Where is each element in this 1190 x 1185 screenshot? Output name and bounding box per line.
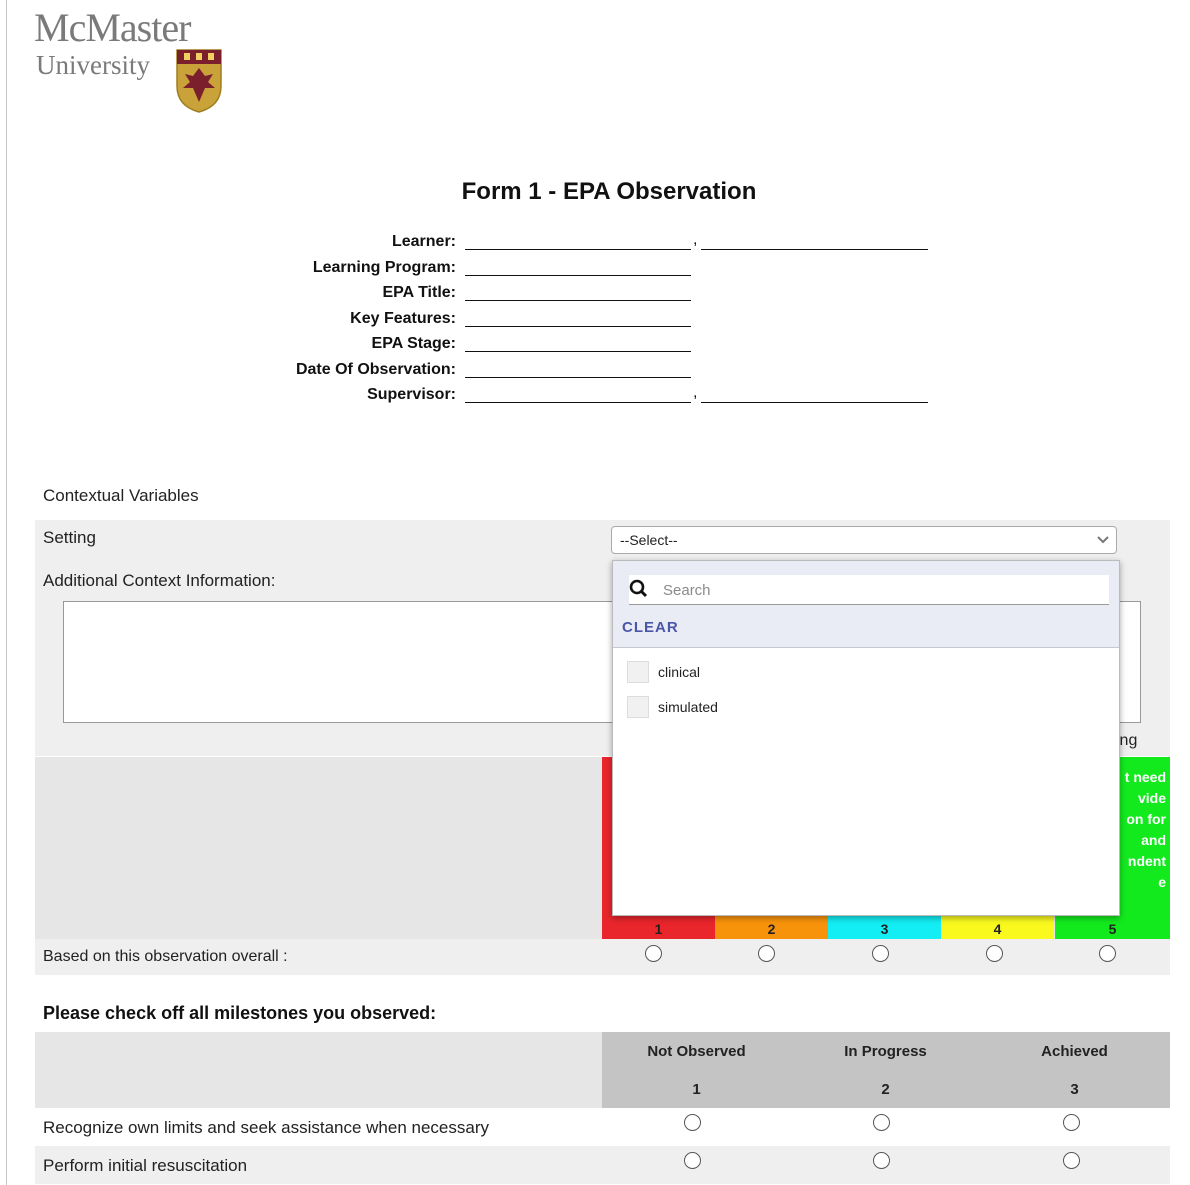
- overall-rating-radio-1[interactable]: [645, 945, 662, 962]
- additional-context-label: Additional Context Information:: [43, 571, 276, 590]
- info-field-comma: ,: [693, 231, 698, 248]
- milestone-row: Recognize own limits and seek assistance…: [35, 1108, 1170, 1146]
- info-field-blank-second: [701, 233, 928, 250]
- info-field-blank: [465, 335, 691, 352]
- milestone-column-label: Achieved: [1041, 1043, 1108, 1060]
- search-placeholder: Search: [663, 582, 711, 599]
- scale-number: 1: [654, 921, 663, 937]
- info-row: Supervisor:,: [0, 384, 1190, 408]
- info-field-blank: [465, 310, 691, 327]
- dropdown-toolbar: Search CLEAR: [613, 561, 1119, 648]
- info-field-label: EPA Stage:: [371, 335, 456, 352]
- contextual-variables-heading: Contextual Variables: [43, 486, 199, 505]
- info-row: EPA Stage:: [0, 335, 1190, 357]
- milestones-heading: Please check off all milestones you obse…: [43, 1003, 437, 1023]
- info-field-label: Learner:: [391, 233, 456, 250]
- scale-number: 2: [767, 921, 776, 937]
- overall-rating-radio-3[interactable]: [872, 945, 889, 962]
- milestone-radio-3[interactable]: [1063, 1152, 1080, 1169]
- milestone-row: Perform initial resuscitation: [35, 1146, 1170, 1184]
- info-field-blank: [465, 259, 691, 276]
- dropdown-option-clinical[interactable]: clinical: [627, 661, 927, 683]
- option-label: clinical: [658, 664, 701, 680]
- milestone-column-label: Not Observed: [647, 1043, 746, 1060]
- milestone-label: Perform initial resuscitation: [43, 1156, 248, 1175]
- info-field-blank-second: [701, 386, 928, 403]
- milestone-label: Recognize own limits and seek assistance…: [43, 1118, 490, 1137]
- page-left-border: [6, 0, 7, 1185]
- setting-dropdown-menu: Search CLEAR clinical simulated: [612, 560, 1120, 916]
- university-crest-icon: [176, 49, 222, 113]
- scale-number: 4: [993, 921, 1002, 937]
- info-row: Learning Program:: [0, 259, 1190, 281]
- scale-number: 5: [1108, 921, 1117, 937]
- option-label: simulated: [658, 699, 718, 715]
- info-field-blank: [465, 284, 691, 301]
- scale-number: 3: [880, 921, 889, 937]
- dropdown-option-simulated[interactable]: simulated: [627, 696, 927, 718]
- milestone-radio-2[interactable]: [873, 1152, 890, 1169]
- setting-label: Setting: [43, 528, 96, 547]
- milestone-column-label: In Progress: [844, 1043, 927, 1060]
- info-field-blank: [465, 233, 691, 250]
- info-field-comma: ,: [693, 384, 698, 401]
- milestone-radio-1[interactable]: [684, 1114, 701, 1131]
- milestone-column-number: 1: [692, 1081, 701, 1098]
- overall-rating-radio-4[interactable]: [986, 945, 1003, 962]
- info-row: Date Of Observation:: [0, 361, 1190, 383]
- setting-select[interactable]: --Select--: [611, 526, 1117, 554]
- option-checkbox[interactable]: [627, 661, 649, 683]
- milestone-radio-2[interactable]: [873, 1114, 890, 1131]
- search-icon: [629, 579, 648, 598]
- milestone-radio-3[interactable]: [1063, 1114, 1080, 1131]
- clear-button[interactable]: CLEAR: [622, 619, 679, 636]
- info-field-label: EPA Title:: [382, 284, 457, 301]
- overall-rating-radio-5[interactable]: [1099, 945, 1116, 962]
- logo-text-mcmaster: McMaster: [34, 5, 191, 50]
- info-field-label: Date Of Observation:: [295, 360, 456, 378]
- milestone-column-number: 3: [1070, 1081, 1079, 1098]
- info-field-label: Key Features:: [350, 309, 456, 327]
- form-title: Form 1 - EPA Observation: [461, 178, 757, 205]
- logo-text-university: University: [36, 50, 150, 80]
- info-field-blank: [465, 361, 691, 378]
- chevron-down-icon: [1096, 527, 1110, 562]
- info-field-label: Supervisor:: [367, 386, 456, 403]
- info-row: Learner:,: [0, 231, 1190, 255]
- mcmaster-logo: McMaster University: [34, 6, 234, 116]
- option-checkbox[interactable]: [627, 696, 649, 718]
- overall-rating-radio-2[interactable]: [758, 945, 775, 962]
- overall-rating-label: Based on this observation overall :: [43, 948, 288, 965]
- info-row: EPA Title:: [0, 284, 1190, 306]
- milestone-column-number: 2: [881, 1081, 890, 1098]
- milestone-radio-1[interactable]: [684, 1152, 701, 1169]
- setting-select-value: --Select--: [620, 532, 678, 548]
- info-row: Key Features:: [0, 310, 1190, 332]
- info-field-label: Learning Program:: [312, 258, 456, 276]
- info-field-blank: [465, 386, 691, 403]
